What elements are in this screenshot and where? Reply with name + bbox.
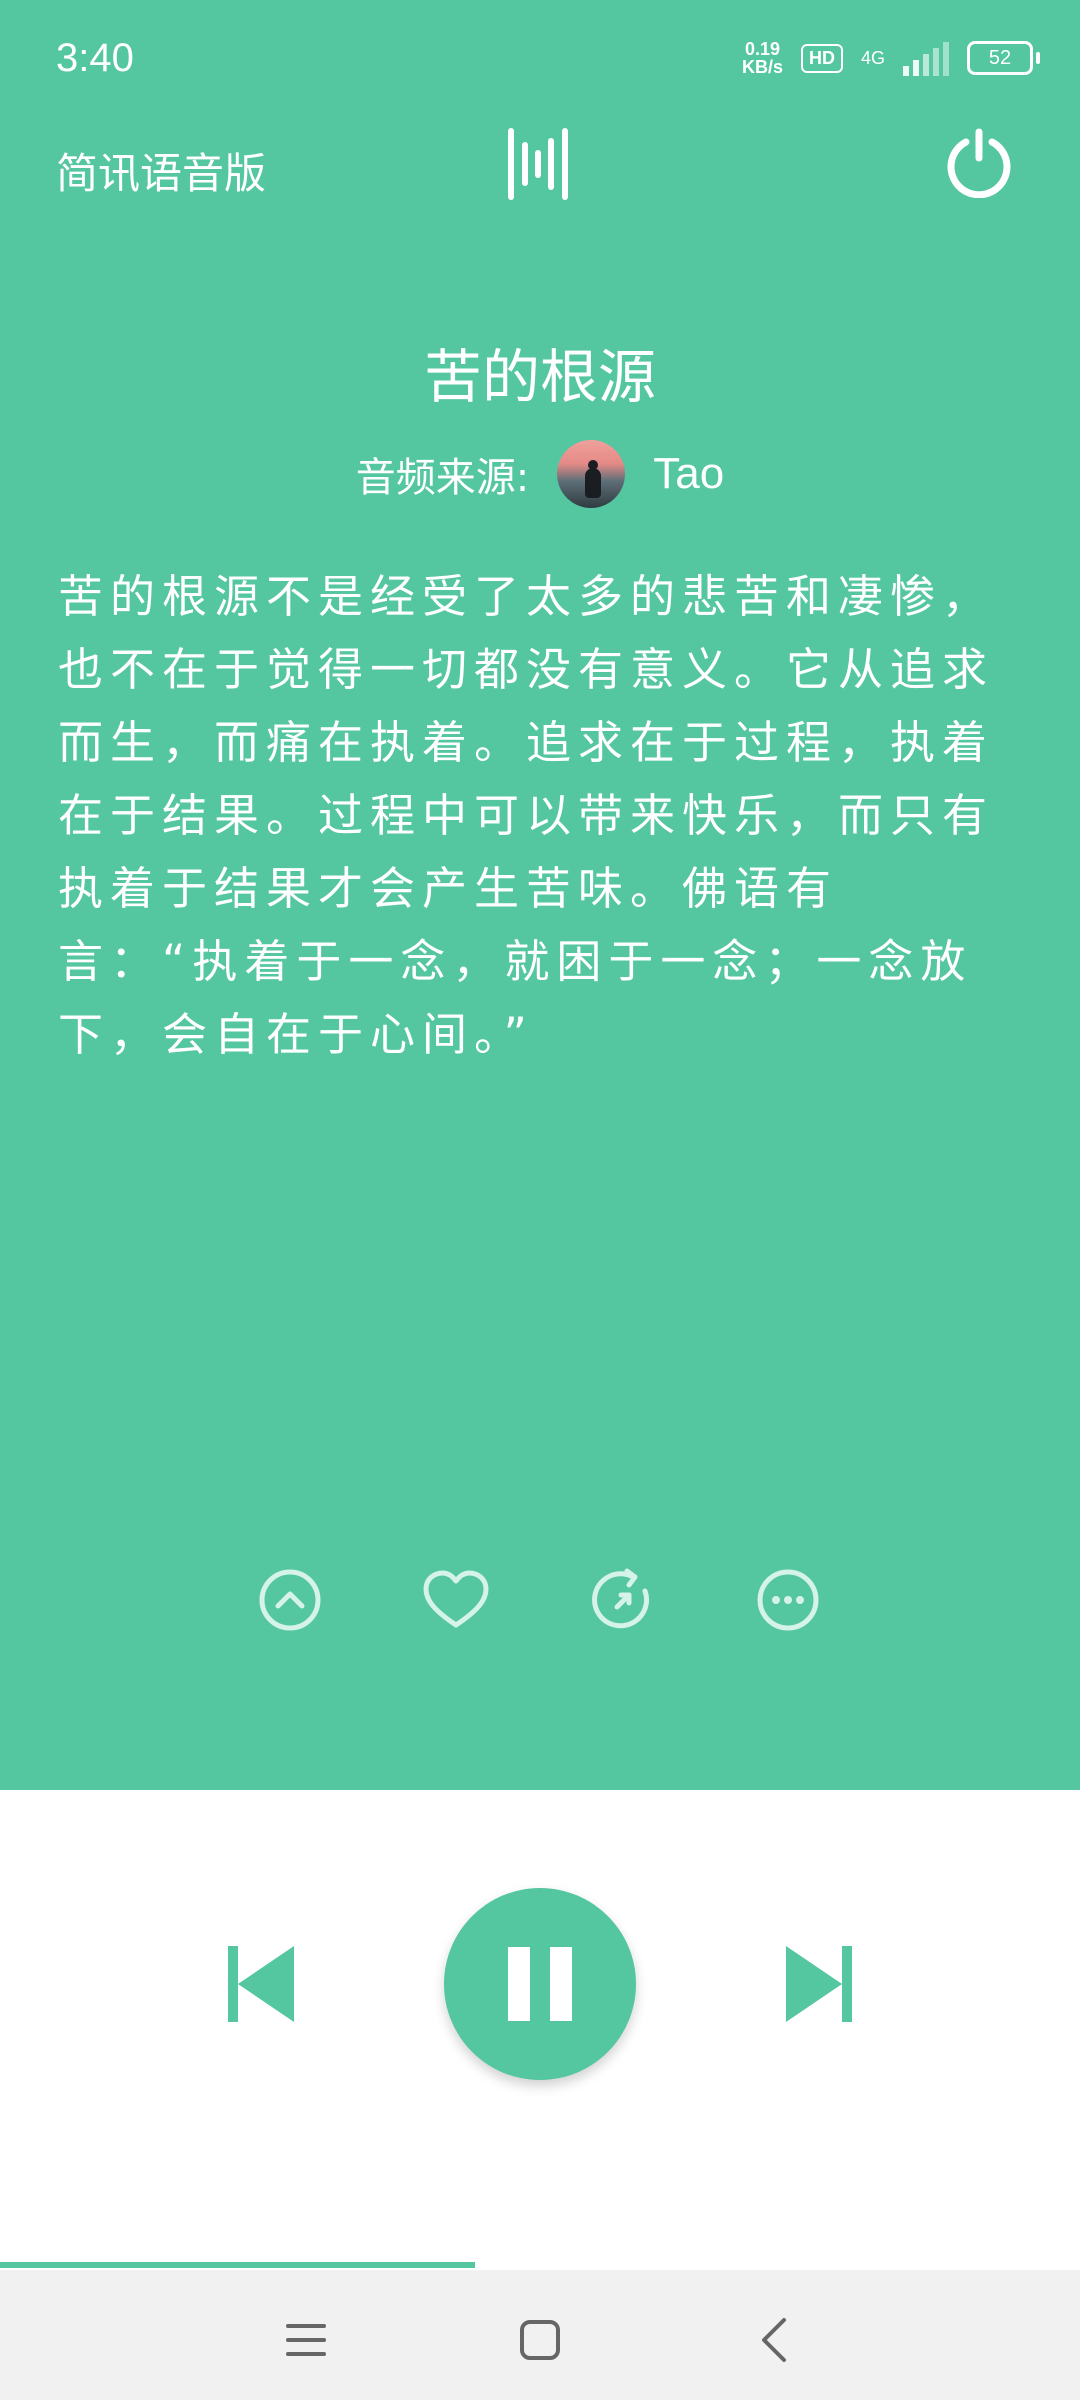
refresh-icon	[592, 1568, 650, 1629]
hd-badge: HD	[800, 43, 843, 73]
status-time: 3:40	[56, 36, 134, 80]
back-icon	[762, 2318, 786, 2362]
menu-icon	[286, 2324, 326, 2356]
audio-source: 音频来源: Tao	[0, 440, 1080, 508]
battery-icon: 52	[967, 41, 1040, 75]
refresh-button[interactable]	[584, 1560, 664, 1640]
home-icon	[520, 2320, 560, 2360]
scroll-up-icon	[259, 1569, 321, 1631]
network-speed: 0.19 KB/s	[742, 40, 783, 76]
power-icon[interactable]	[944, 128, 1014, 198]
scroll-up-button[interactable]	[250, 1560, 330, 1640]
action-bar	[0, 1560, 1080, 1640]
article-title: 苦的根源	[423, 343, 656, 411]
navigation-bar	[0, 2270, 1080, 2400]
network-speed-value: 0.19	[744, 39, 780, 59]
network-speed-unit: KB/s	[741, 57, 783, 77]
heart-icon	[423, 1570, 489, 1628]
pause-icon	[508, 1947, 572, 2021]
menu-button[interactable]	[276, 2310, 336, 2370]
playback-progress[interactable]	[0, 2262, 1080, 2268]
source-name[interactable]: Tao	[653, 449, 724, 499]
avatar[interactable]	[557, 440, 626, 508]
article-body: 苦的根源不是经受了太多的悲苦和凄惨，也不在于觉得一切都没有意义。它从追求而生，而…	[58, 570, 995, 1061]
skip-previous-icon[interactable]	[228, 1946, 294, 2022]
more-icon	[757, 1569, 819, 1631]
status-bar: 3:40 0.19 KB/s HD 4G 52	[0, 0, 1080, 120]
main-panel: 3:40 0.19 KB/s HD 4G 52 简讯语音版 苦的根源 音频来源:…	[0, 0, 1080, 1790]
source-label: 音频来源:	[355, 455, 530, 501]
more-button[interactable]	[748, 1560, 828, 1640]
player-controls	[0, 1790, 1080, 2270]
favorite-button[interactable]	[416, 1560, 496, 1640]
app-title: 简讯语音版	[56, 149, 267, 198]
back-button[interactable]	[744, 2310, 804, 2370]
battery-level: 52	[967, 41, 1033, 75]
playback-progress-fill	[0, 2262, 476, 2268]
home-button[interactable]	[510, 2310, 570, 2370]
network-type: 4G	[860, 47, 885, 68]
skip-next-icon[interactable]	[786, 1946, 852, 2022]
signal-icon	[903, 40, 949, 76]
audio-wave-icon[interactable]	[506, 128, 570, 200]
status-indicators: 0.19 KB/s HD 4G 52	[742, 40, 1040, 76]
pause-button[interactable]	[444, 1888, 636, 2080]
